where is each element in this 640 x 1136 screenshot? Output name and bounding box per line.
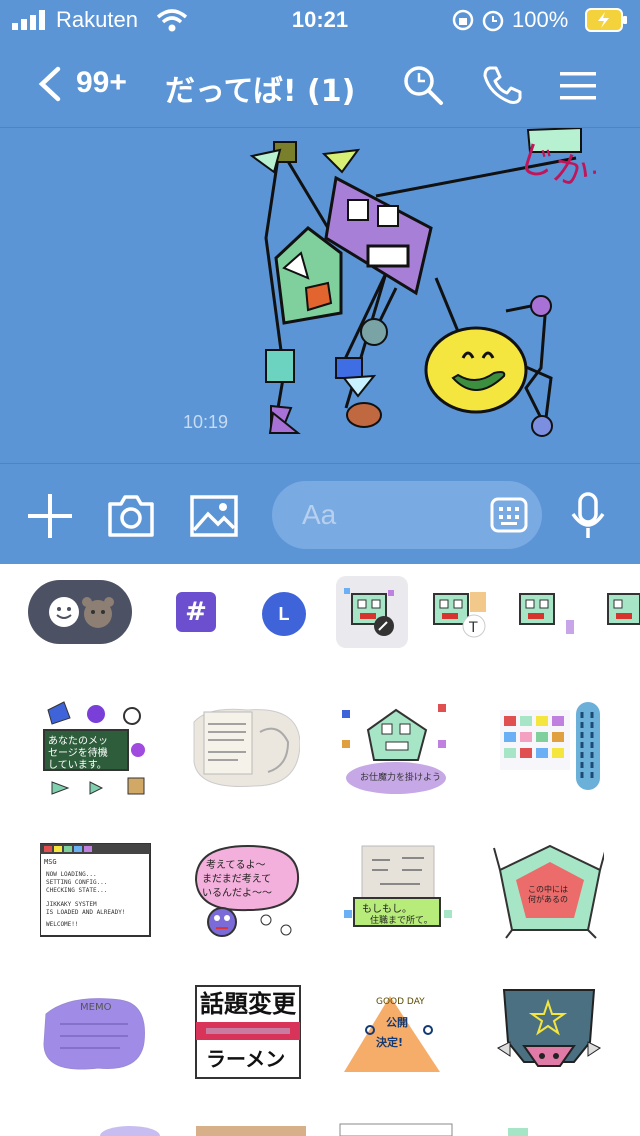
menu-icon[interactable] [560, 70, 596, 102]
sticker-topic-change[interactable]: 話題変更 ラーメン [192, 982, 304, 1094]
svg-text:T: T [468, 620, 478, 636]
message-time: 10:19 [183, 412, 229, 432]
sticker-tab-4[interactable] [600, 586, 640, 642]
battery-icon [585, 8, 627, 32]
loading-line-3: SETTING CONFIG... [46, 879, 107, 886]
microphone-icon[interactable] [570, 492, 606, 540]
sticker-sugar-note[interactable] [188, 702, 300, 814]
sticker-memo[interactable]: MEMO [40, 994, 152, 1106]
alarm-icon [482, 10, 504, 32]
loading-line-4: CHECKING STATE... [46, 887, 107, 894]
sticker-waiting-message[interactable]: あなたのメッ セージを待機 しています。 [40, 700, 152, 812]
svg-text:何があるの: 何があるの [528, 894, 568, 904]
hashtag-tab[interactable]: # [176, 592, 216, 632]
smiley-bear-icon [49, 597, 114, 628]
svg-text:公開: 公開 [386, 1016, 408, 1029]
message-input[interactable]: Aa [272, 481, 542, 549]
sticker-caption: じかつきー! [514, 137, 596, 230]
ramen-text: ラーメン [206, 1047, 285, 1071]
robot-sticker-message[interactable]: じかつきー! [246, 128, 596, 443]
unread-count[interactable]: 99+ [76, 66, 127, 100]
input-placeholder: Aa [302, 499, 337, 530]
loading-line-6: IS LOADED AND ALREADY! [46, 909, 125, 916]
sticker-magic-robot[interactable]: お仕魔力を掛けよう [338, 700, 450, 812]
sticker-tab-selected[interactable] [336, 576, 408, 648]
svg-text:セージを待機: セージを待機 [48, 746, 108, 759]
image-icon[interactable] [190, 494, 238, 538]
sticker-row-partial[interactable] [0, 1120, 640, 1136]
camera-icon[interactable] [107, 494, 155, 538]
chat-header: 99+ だってば! (1) [0, 40, 640, 128]
status-bar: Rakuten 10:21 100% [0, 0, 640, 40]
sticker-tab-text[interactable]: T [426, 586, 490, 642]
loading-line-7: WELCOME!! [46, 921, 79, 928]
search-icon[interactable] [402, 64, 444, 106]
svg-text:決定!: 決定! [376, 1035, 403, 1049]
svg-text:住職まで所て。: 住職まで所て。 [370, 914, 433, 926]
svg-text:考えてるよ〜: 考えてるよ〜 [206, 859, 266, 871]
sticker-robot-crowd[interactable] [494, 696, 606, 808]
sticker-good-day[interactable]: GOOD DAY 公開 決定! [340, 986, 452, 1098]
chat-title: だってば! (1) [165, 74, 356, 109]
sticker-star-robot[interactable] [494, 986, 606, 1098]
robot-tab-icon [344, 588, 394, 636]
svg-text:お仕魔力を掛けよう: お仕魔力を掛けよう [360, 771, 441, 783]
sticker-thinking[interactable]: 考えてるよ〜 まだまだ考えて いるんだよ〜〜 [190, 840, 302, 952]
sticker-hello-phone[interactable]: もしもし。 住職まで所て。 [340, 840, 452, 952]
input-bar: Aa [0, 463, 640, 565]
svg-text:もしもし。: もしもし。 [362, 903, 412, 915]
loading-line-1: MSG [44, 858, 57, 866]
sticker-tab-3[interactable] [512, 586, 576, 642]
chat-screen: Rakuten 10:21 100% 99+ だってば! (1) 10:19 じ… [0, 0, 640, 564]
keyboard-icon[interactable] [490, 497, 528, 533]
memo-label: MEMO [80, 1002, 112, 1013]
svg-text:しています。: しています。 [48, 759, 107, 771]
svg-text:まだまだ考えて: まだまだ考えて [202, 873, 271, 885]
sticker-pentagon-robot[interactable]: この中には 何があるの [492, 840, 604, 952]
svg-text:いるんだよ〜〜: いるんだよ〜〜 [202, 887, 272, 899]
svg-text:あなたのメッ: あなたのメッ [48, 735, 108, 747]
loading-line-2: NOW LOADING... [46, 871, 97, 878]
battery-percent: 100% [512, 7, 569, 32]
back-chevron-icon[interactable] [36, 66, 64, 102]
rotation-lock-icon [452, 9, 474, 31]
sticker-loading-screen[interactable]: MSG NOW LOADING... SETTING CONFIG... CHE… [40, 842, 152, 954]
good-day-text: GOOD DAY [376, 997, 425, 1007]
phone-icon[interactable] [482, 64, 524, 106]
chat-area: 10:19 じかつきー! [0, 128, 640, 462]
svg-text:この中には: この中には [528, 884, 568, 894]
topic-change-text: 話題変更 [200, 990, 297, 1018]
loading-line-5: JIKKAKY SYSTEM [46, 901, 97, 908]
line-tab[interactable]: L [262, 592, 306, 636]
emoji-tab[interactable] [28, 580, 132, 644]
plus-icon[interactable] [28, 494, 72, 538]
